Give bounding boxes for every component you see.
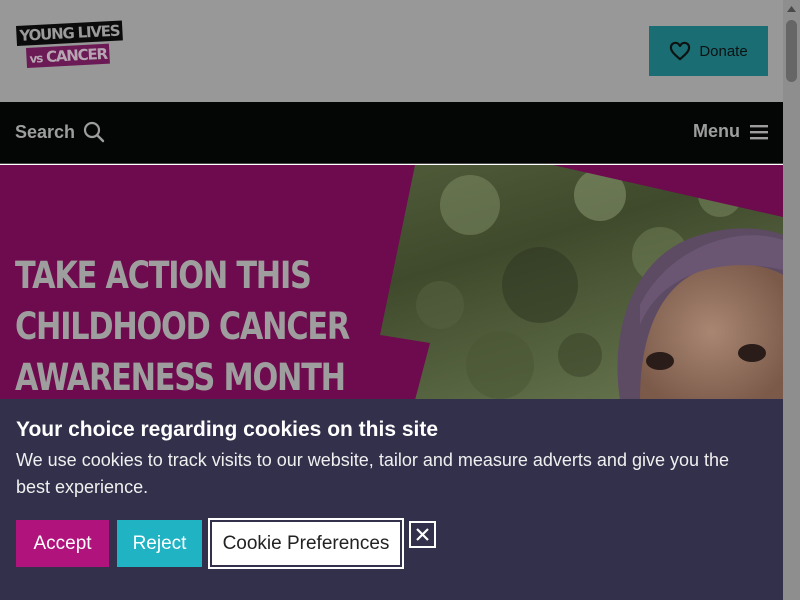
page-scrollbar[interactable] bbox=[783, 0, 800, 600]
scrollbar-thumb[interactable] bbox=[786, 20, 797, 82]
cookie-description: We use cookies to track visits to our we… bbox=[16, 450, 730, 497]
cookie-preferences-button[interactable]: Cookie Preferences bbox=[208, 518, 404, 569]
logo-vs: vs bbox=[29, 51, 43, 66]
hero-title-line: CHILDHOOD CANCER bbox=[15, 305, 350, 348]
donate-button[interactable]: Donate bbox=[649, 26, 768, 76]
close-icon[interactable] bbox=[409, 521, 436, 548]
menu-label: Menu bbox=[693, 121, 740, 141]
hero-title-line: TAKE ACTION THIS bbox=[15, 254, 312, 297]
main-nav: Search Menu bbox=[0, 102, 783, 164]
donate-label: Donate bbox=[699, 42, 748, 60]
search-icon bbox=[83, 121, 105, 143]
hero-title-line: AWARENESS MONTH bbox=[15, 356, 346, 399]
hero-title: TAKE ACTION THIS CHILDHOOD CANCER AWAREN… bbox=[15, 250, 350, 400]
reject-cookies-button[interactable]: Reject bbox=[117, 520, 202, 567]
logo-cancer: CANCER bbox=[45, 44, 108, 66]
logo-line2: vs CANCER bbox=[26, 43, 111, 68]
search-button[interactable]: Search bbox=[15, 121, 105, 143]
site-header: YOUNG LIVES vs CANCER Donate bbox=[0, 0, 783, 102]
hamburger-icon bbox=[750, 124, 768, 139]
hero-banner[interactable]: TAKE ACTION THIS CHILDHOOD CANCER AWAREN… bbox=[0, 165, 783, 400]
scroll-up-arrow-icon[interactable] bbox=[783, 0, 800, 17]
accept-cookies-button[interactable]: Accept bbox=[16, 520, 109, 567]
heart-icon bbox=[670, 41, 691, 61]
cookie-banner: Your choice regarding cookies on this si… bbox=[0, 399, 783, 600]
young-lives-vs-cancer-logo[interactable]: YOUNG LIVES vs CANCER bbox=[16, 20, 123, 76]
menu-button[interactable]: Menu bbox=[693, 121, 768, 142]
cookie-heading: Your choice regarding cookies on this si… bbox=[16, 418, 439, 441]
search-label: Search bbox=[15, 121, 76, 142]
logo-line1: YOUNG LIVES bbox=[16, 20, 123, 46]
